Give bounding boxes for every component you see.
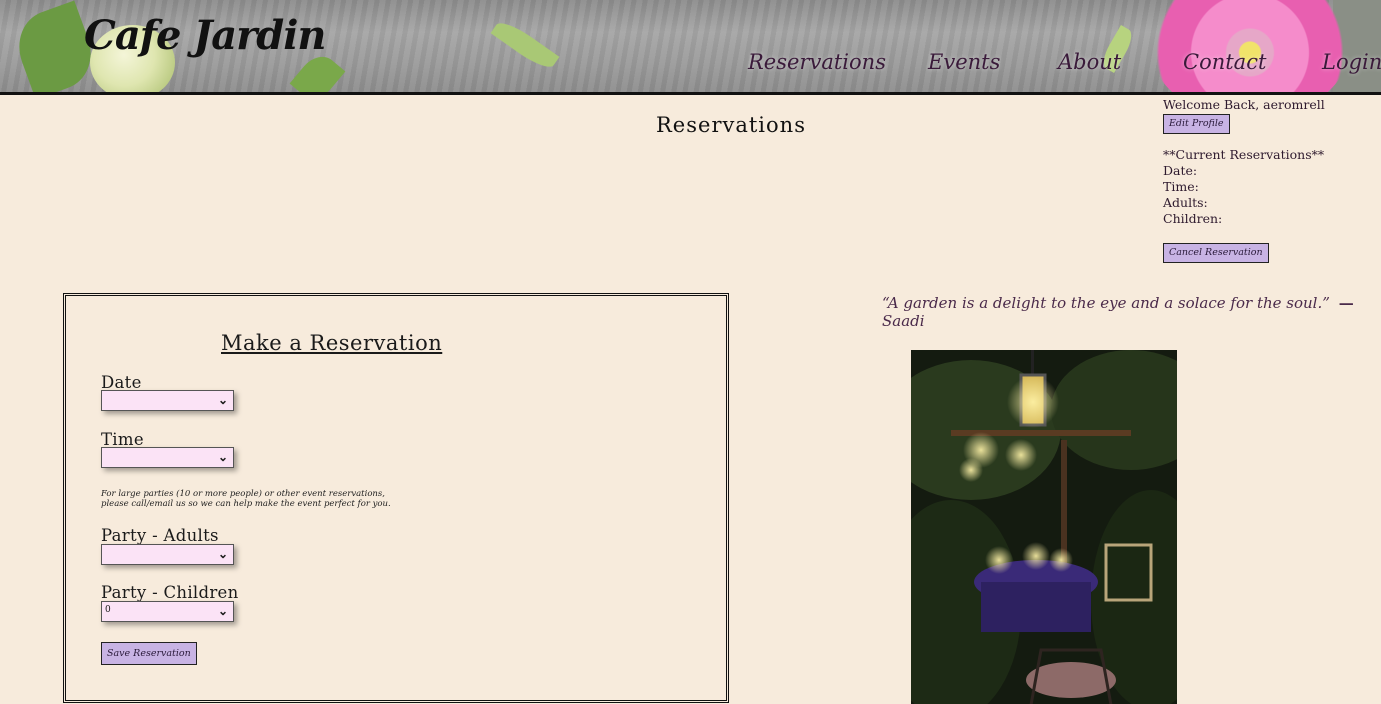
current-date-label: Date:: [1163, 163, 1198, 178]
children-label: Party - Children: [101, 583, 239, 602]
site-header: Cafe Jardin Reservations Events About Co…: [0, 0, 1381, 95]
quote-author: Saadi: [882, 312, 925, 330]
nav-reservations-link[interactable]: Reservations: [748, 50, 886, 74]
adults-label: Party - Adults: [101, 526, 219, 545]
date-select[interactable]: ⌄: [101, 390, 234, 411]
save-reservation-button[interactable]: Save Reservation: [101, 642, 197, 665]
chevron-down-icon: ⌄: [217, 450, 228, 464]
site-logo[interactable]: Cafe Jardin: [84, 12, 326, 59]
chevron-down-icon: ⌄: [217, 547, 228, 561]
large-party-note: For large parties (10 or more people) or…: [101, 489, 391, 509]
edit-profile-button[interactable]: Edit Profile: [1163, 114, 1230, 134]
quote-text: “A garden is a delight to the eye and a …: [882, 294, 1330, 312]
current-reservations-heading: **Current Reservations**: [1163, 147, 1325, 162]
welcome-text: Welcome Back, aeromrell: [1163, 97, 1325, 112]
note-line-2: please call/email us so we can help make…: [101, 499, 391, 509]
chevron-down-icon: ⌄: [217, 393, 228, 407]
note-line-1: For large parties (10 or more people) or…: [101, 489, 385, 499]
current-children-label: Children:: [1163, 211, 1223, 226]
garden-scene-image: [911, 350, 1177, 704]
garden-dining-photo: [911, 350, 1177, 704]
cancel-reservation-button[interactable]: Cancel Reservation: [1163, 243, 1269, 263]
garden-quote: “A garden is a delight to the eye and a …: [882, 294, 1381, 330]
current-time-label: Time:: [1163, 179, 1199, 194]
page-title: Reservations: [656, 113, 806, 137]
form-title: Make a Reservation: [221, 331, 443, 355]
current-adults-label: Adults:: [1163, 195, 1208, 210]
snapdragon-stem-icon: [490, 16, 560, 74]
nav-contact-link[interactable]: Contact: [1183, 50, 1266, 74]
time-select[interactable]: ⌄: [101, 447, 234, 468]
quote-dash: —: [1338, 294, 1354, 312]
chevron-down-icon: ⌄: [217, 604, 228, 618]
reservation-form: Make a Reservation Date ⌄ Time ⌄ For lar…: [63, 293, 729, 703]
profile-panel: Welcome Back, aeromrell Edit Profile **C…: [1163, 97, 1325, 263]
children-select-value: 0: [105, 605, 111, 615]
gerbera-flower-icon: [1150, 0, 1350, 92]
adults-select[interactable]: ⌄: [101, 544, 234, 565]
children-select[interactable]: 0 ⌄: [101, 601, 234, 622]
nav-login-link[interactable]: Login: [1322, 50, 1381, 74]
nav-events-link[interactable]: Events: [928, 50, 1000, 74]
nav-about-link[interactable]: About: [1058, 50, 1121, 74]
